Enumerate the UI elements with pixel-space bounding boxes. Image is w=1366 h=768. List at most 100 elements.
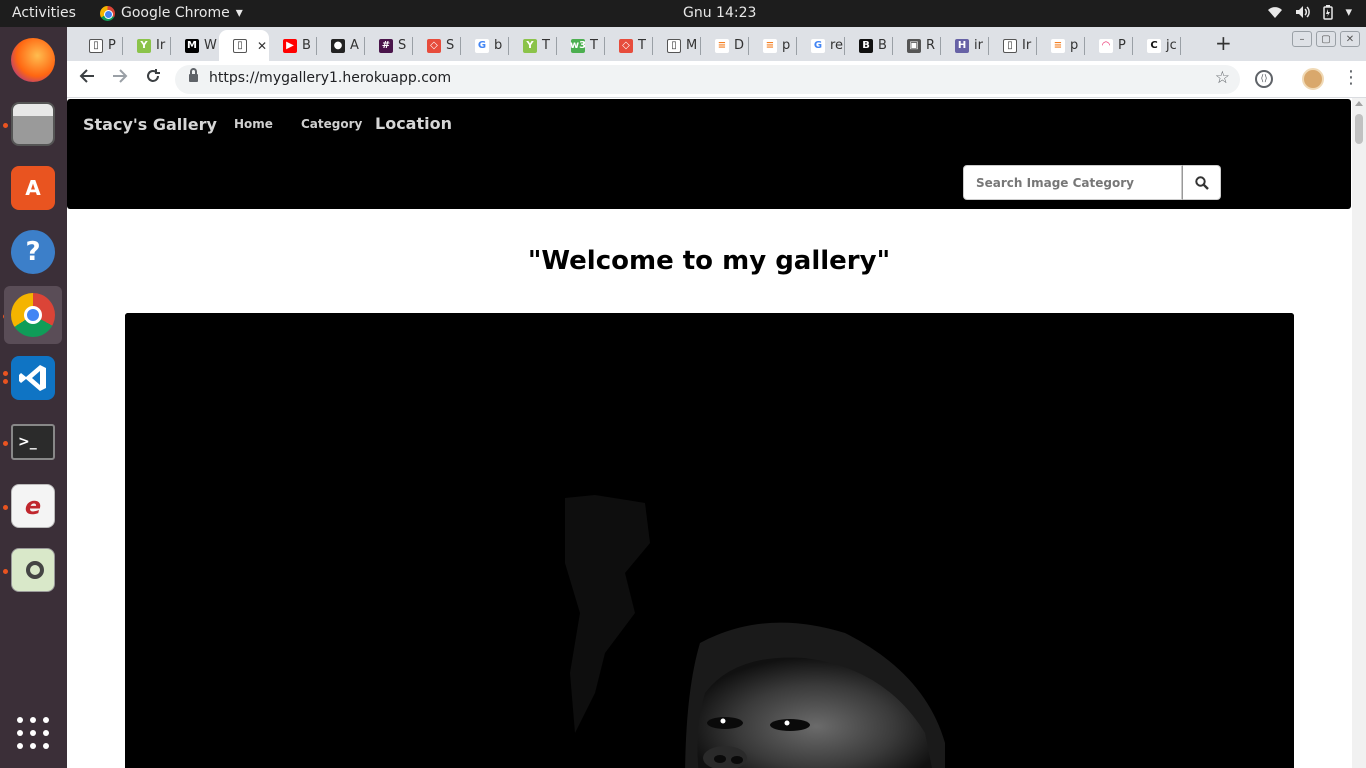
tab-title: p xyxy=(782,38,791,53)
chrome-menu-icon[interactable]: ⋮ xyxy=(1342,67,1360,88)
search-button[interactable] xyxy=(1182,165,1221,200)
dock-files[interactable] xyxy=(4,95,62,153)
site-brand[interactable]: Stacy's Gallery xyxy=(83,115,217,134)
tree-icon: Y xyxy=(137,38,151,53)
tab-title: A xyxy=(350,38,359,53)
nav-category-link[interactable]: Category xyxy=(301,117,362,131)
tab[interactable]: ▶ B xyxy=(269,30,317,61)
tab[interactable]: Gre xyxy=(797,30,845,61)
dock-document-viewer[interactable]: e xyxy=(4,477,62,535)
tab[interactable]: # S xyxy=(365,30,413,61)
tab[interactable]: ◇ T xyxy=(605,30,653,61)
close-window-button[interactable]: ✕ xyxy=(1340,31,1360,47)
chrome-toolbar: https://mygallery1.herokuapp.com ☆ ⟨⟩ ⋮ xyxy=(67,61,1366,98)
rainbow-icon: ◠ xyxy=(1099,38,1113,53)
dock-software[interactable]: A xyxy=(4,159,62,217)
behance-icon: B xyxy=(859,38,873,53)
page-icon: ▯ xyxy=(89,38,103,53)
tab[interactable]: MW xyxy=(171,30,219,61)
dock-terminal[interactable]: >_ xyxy=(4,413,62,471)
tab[interactable]: ≡ D xyxy=(701,30,749,61)
address-bar[interactable]: https://mygallery1.herokuapp.com ☆ xyxy=(175,65,1240,94)
chevron-down-icon: ▾ xyxy=(235,5,243,21)
tab[interactable]: ▯ P xyxy=(75,30,123,61)
show-applications-icon[interactable] xyxy=(17,717,50,750)
tab-active[interactable]: ▯ ✕ xyxy=(219,30,269,61)
tab[interactable]: BB xyxy=(845,30,893,61)
firefox-icon xyxy=(11,38,55,82)
tab[interactable]: Gb xyxy=(461,30,509,61)
new-tab-button[interactable]: + xyxy=(1215,31,1232,55)
tab-title: T xyxy=(638,38,646,53)
dock-firefox[interactable] xyxy=(4,31,62,89)
tab-title: S xyxy=(398,38,407,53)
tab-title: P xyxy=(1118,38,1126,53)
search-input[interactable] xyxy=(963,165,1182,200)
forward-button[interactable] xyxy=(112,68,128,89)
terminal-icon: >_ xyxy=(11,424,55,460)
extension-icon[interactable]: ⟨⟩ xyxy=(1255,70,1273,88)
nav-location-link[interactable]: Location xyxy=(375,114,452,133)
tab[interactable]: YT xyxy=(509,30,557,61)
system-tray[interactable]: ▾ xyxy=(1267,5,1352,24)
ubuntu-dock: A ? >_ e xyxy=(0,27,67,768)
lock-icon[interactable] xyxy=(189,68,198,83)
tab-title: Ir xyxy=(1022,38,1032,53)
dock-image-viewer[interactable] xyxy=(4,541,62,599)
minimize-button[interactable]: – xyxy=(1292,31,1312,47)
tab[interactable]: ▯ M xyxy=(653,30,701,61)
page-scrollbar[interactable] xyxy=(1352,98,1366,768)
dock-vscode[interactable] xyxy=(4,349,62,407)
dock-help[interactable]: ? xyxy=(4,223,62,281)
scrollbar-thumb[interactable] xyxy=(1355,114,1363,144)
back-button[interactable] xyxy=(79,68,95,89)
heroku-icon: H xyxy=(955,38,969,53)
tab-title: T xyxy=(542,38,550,53)
maximize-button[interactable]: ▢ xyxy=(1316,31,1336,47)
scroll-up-arrow-icon[interactable] xyxy=(1355,101,1363,106)
bookmark-star-icon[interactable]: ☆ xyxy=(1215,68,1230,88)
system-top-bar: Activities Google Chrome ▾ Gnu 14:23 ▾ xyxy=(0,0,1366,27)
files-icon xyxy=(11,102,55,146)
clock[interactable]: Gnu 14:23 xyxy=(683,5,756,21)
software-center-icon: A xyxy=(11,166,55,210)
tab[interactable]: ◠ P xyxy=(1085,30,1133,61)
app-menu[interactable]: Google Chrome ▾ xyxy=(100,5,243,21)
web-page: Stacy's Gallery Home Category Location "… xyxy=(67,98,1352,768)
page-icon: ▯ xyxy=(233,38,247,53)
reload-button[interactable] xyxy=(145,68,161,89)
tab[interactable]: ▣ R xyxy=(893,30,941,61)
google-icon: G xyxy=(811,38,825,53)
tab-title: B xyxy=(878,38,887,53)
tab-title: S xyxy=(446,38,455,53)
tab[interactable]: Hir xyxy=(941,30,989,61)
tab-title: D xyxy=(734,38,745,53)
tab[interactable]: ≡ p xyxy=(749,30,797,61)
activities-button[interactable]: Activities xyxy=(12,5,76,21)
tab[interactable]: Y Ir xyxy=(123,30,171,61)
gallery-featured-image[interactable] xyxy=(125,313,1294,768)
slack-icon: # xyxy=(379,38,393,53)
profile-avatar[interactable] xyxy=(1302,68,1324,90)
wifi-icon xyxy=(1267,5,1283,24)
tab[interactable]: w3 T xyxy=(557,30,605,61)
search-icon xyxy=(1194,175,1209,190)
tab-title: p xyxy=(1070,38,1079,53)
tab[interactable]: ● A xyxy=(317,30,365,61)
nav-home-link[interactable]: Home xyxy=(234,117,273,131)
youtube-icon: ▶ xyxy=(283,38,297,53)
site-navbar: Stacy's Gallery Home Category Location xyxy=(67,99,1351,209)
tab-title: B xyxy=(302,38,311,53)
tab-title: jc xyxy=(1166,38,1177,53)
tab[interactable]: ▯ Ir xyxy=(989,30,1037,61)
dock-chrome[interactable] xyxy=(4,286,62,344)
close-tab-icon[interactable]: ✕ xyxy=(257,39,267,53)
chrome-icon xyxy=(11,293,55,337)
tab[interactable]: Cjc xyxy=(1133,30,1181,61)
tab[interactable]: ≡ p xyxy=(1037,30,1085,61)
url-text[interactable]: https://mygallery1.herokuapp.com xyxy=(209,70,451,86)
tab-title: Ir xyxy=(156,38,166,53)
chevron-down-icon: ▾ xyxy=(1345,5,1352,20)
chrome-tab-strip: ▯ P Y Ir M W ▯ ✕ ▶ B ● A # S ◇ S Gb Y Tw3 T ◇ T ▯ M ≡ D ≡ p Gre B B ▣ R H… xyxy=(67,27,1366,61)
tab[interactable]: ◇ S xyxy=(413,30,461,61)
